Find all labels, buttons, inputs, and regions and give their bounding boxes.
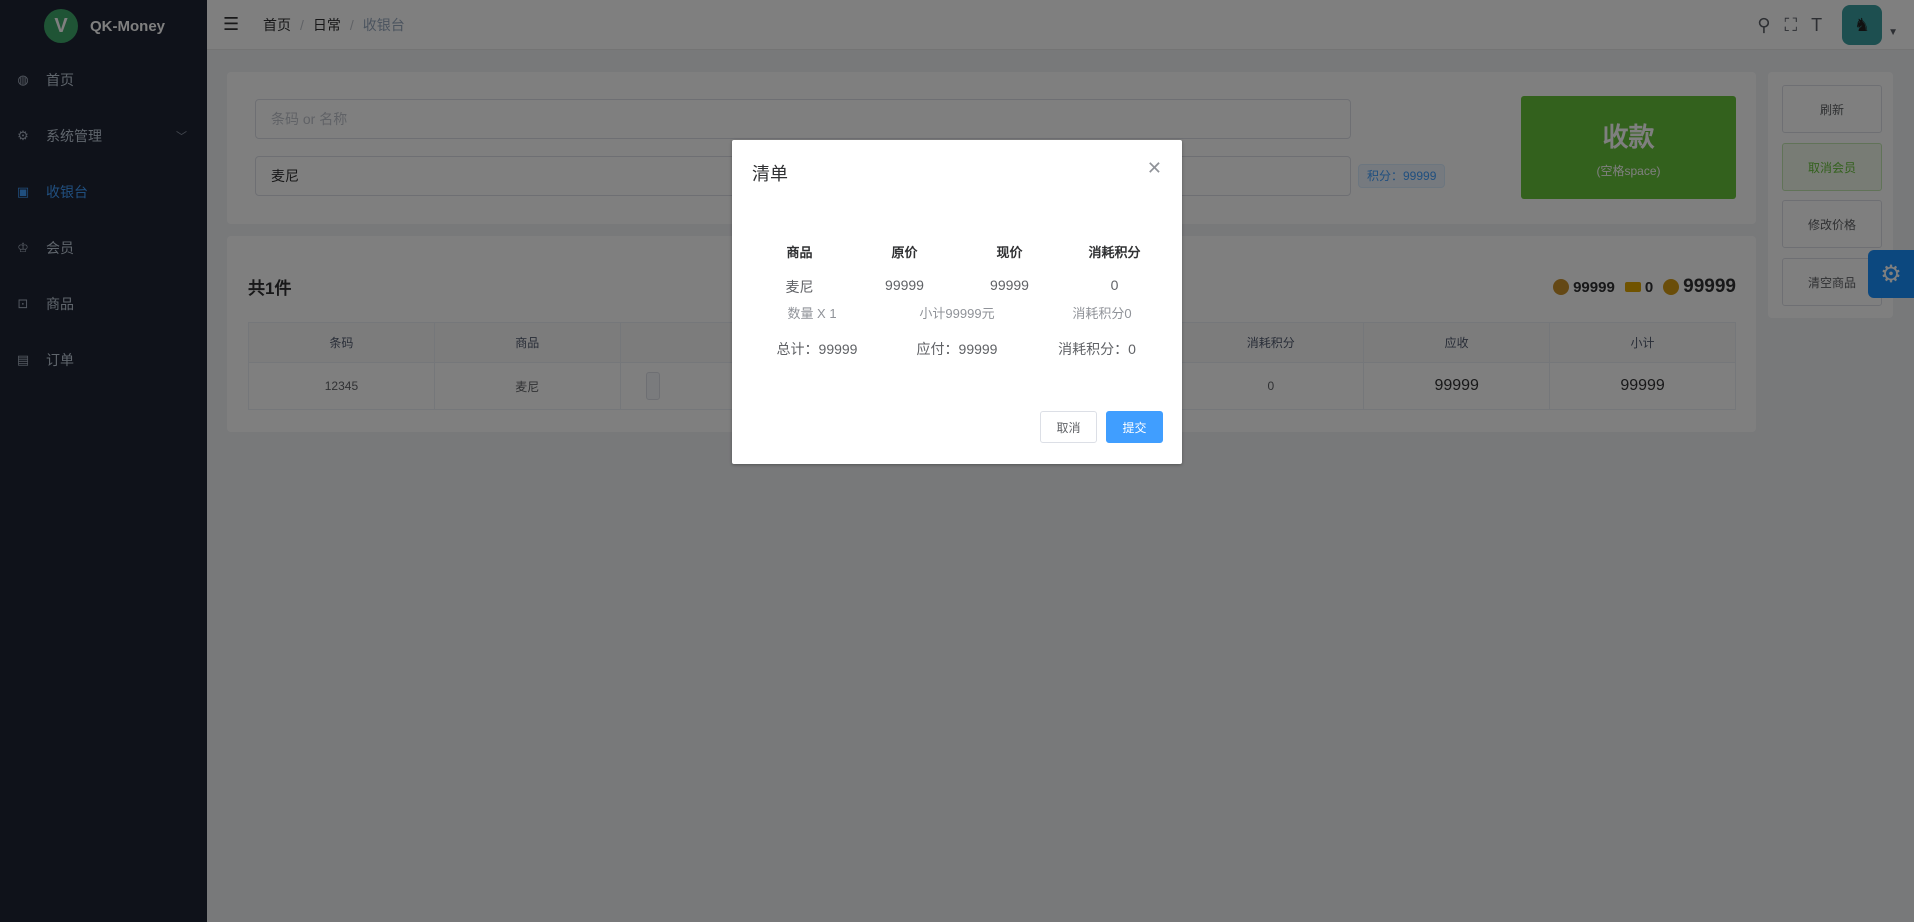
- dialog-columns: 商品 原价 现价 消耗积分: [732, 242, 1182, 261]
- dialog-item-original-price: 99999: [885, 277, 924, 293]
- dialog-item-row: 麦尼 99999 99999 0: [732, 277, 1182, 297]
- dialog-item-detail: 数量 X 1 小计99999元 消耗积分0: [732, 303, 1182, 322]
- dialog-points-total: 消耗积分：0: [1058, 341, 1136, 357]
- dialog-item-points: 0: [1110, 277, 1119, 293]
- submit-button[interactable]: 提交: [1106, 411, 1163, 443]
- close-icon[interactable]: ✕: [1147, 158, 1162, 179]
- dialog-column-header: 现价: [996, 245, 1023, 260]
- dialog-column-header: 消耗积分: [1088, 245, 1141, 260]
- dialog-totals: 总计：99999 应付：99999 消耗积分：0: [732, 339, 1182, 359]
- checkout-dialog: 清单 ✕ 商品 原价 现价 消耗积分 麦尼 99999 99999 0 数量 X…: [732, 140, 1182, 464]
- dialog-payable: 应付：99999: [916, 341, 998, 357]
- dialog-item-subtotal: 小计99999元: [919, 306, 995, 321]
- dialog-item-current-price: 99999: [990, 277, 1029, 293]
- dialog-total: 总计：99999: [776, 341, 858, 357]
- cancel-button[interactable]: 取消: [1040, 411, 1097, 443]
- dialog-column-header: 商品: [786, 245, 813, 260]
- dialog-item-points-used: 消耗积分0: [1072, 306, 1132, 321]
- dialog-item-quantity: 数量 X 1: [787, 306, 837, 321]
- dialog-item-name: 麦尼: [785, 279, 814, 295]
- dialog-column-header: 原价: [891, 245, 918, 260]
- dialog-title: 清单: [752, 164, 788, 184]
